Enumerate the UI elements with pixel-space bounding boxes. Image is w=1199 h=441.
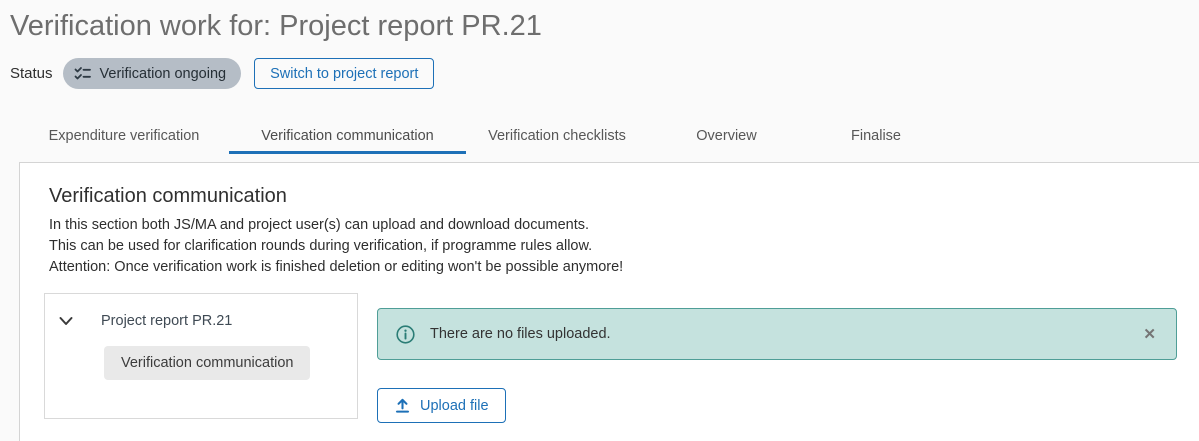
tab-overview[interactable]: Overview [648,117,805,154]
page-title: Verification work for: Project report PR… [0,0,1199,43]
description-line: Attention: Once verification work is fin… [49,257,1199,278]
tree-item-verification-communication[interactable]: Verification communication [104,346,310,380]
description-line: In this section both JS/MA and project u… [49,215,1199,236]
tab-verification-checklists[interactable]: Verification checklists [466,117,648,154]
chevron-down-icon[interactable] [59,316,75,326]
status-badge: Verification ongoing [63,58,242,89]
tab-expenditure-verification[interactable]: Expenditure verification [19,117,229,154]
report-tree-card: Project report PR.21 Verification commun… [44,293,358,419]
tree-root-row: Project report PR.21 [59,311,357,331]
close-icon[interactable]: ✕ [1143,327,1156,342]
verification-communication-panel: Verification communication In this secti… [19,162,1199,441]
status-label: Status [10,65,53,82]
upload-icon [394,397,411,414]
info-icon [396,325,415,344]
section-heading: Verification communication [49,185,1199,208]
content-row: Project report PR.21 Verification commun… [44,293,1199,423]
file-section: There are no files uploaded. ✕ Upload fi… [377,293,1199,423]
upload-button-label: Upload file [420,398,489,414]
no-files-banner: There are no files uploaded. ✕ [377,308,1177,360]
status-row: Status Verification ongoing Switch to pr… [10,58,1199,89]
tree-root-label[interactable]: Project report PR.21 [101,313,232,329]
tab-finalise[interactable]: Finalise [805,117,947,154]
status-badge-label: Verification ongoing [100,66,227,82]
upload-file-button[interactable]: Upload file [377,388,506,423]
switch-to-project-report-button[interactable]: Switch to project report [254,58,434,89]
description-line: This can be used for clarification round… [49,236,1199,257]
tab-bar: Expenditure verification Verification co… [19,117,1199,154]
banner-message: There are no files uploaded. [430,326,611,342]
section-description: In this section both JS/MA and project u… [49,215,1199,278]
checklist-icon [74,65,92,83]
tab-verification-communication[interactable]: Verification communication [229,117,466,154]
